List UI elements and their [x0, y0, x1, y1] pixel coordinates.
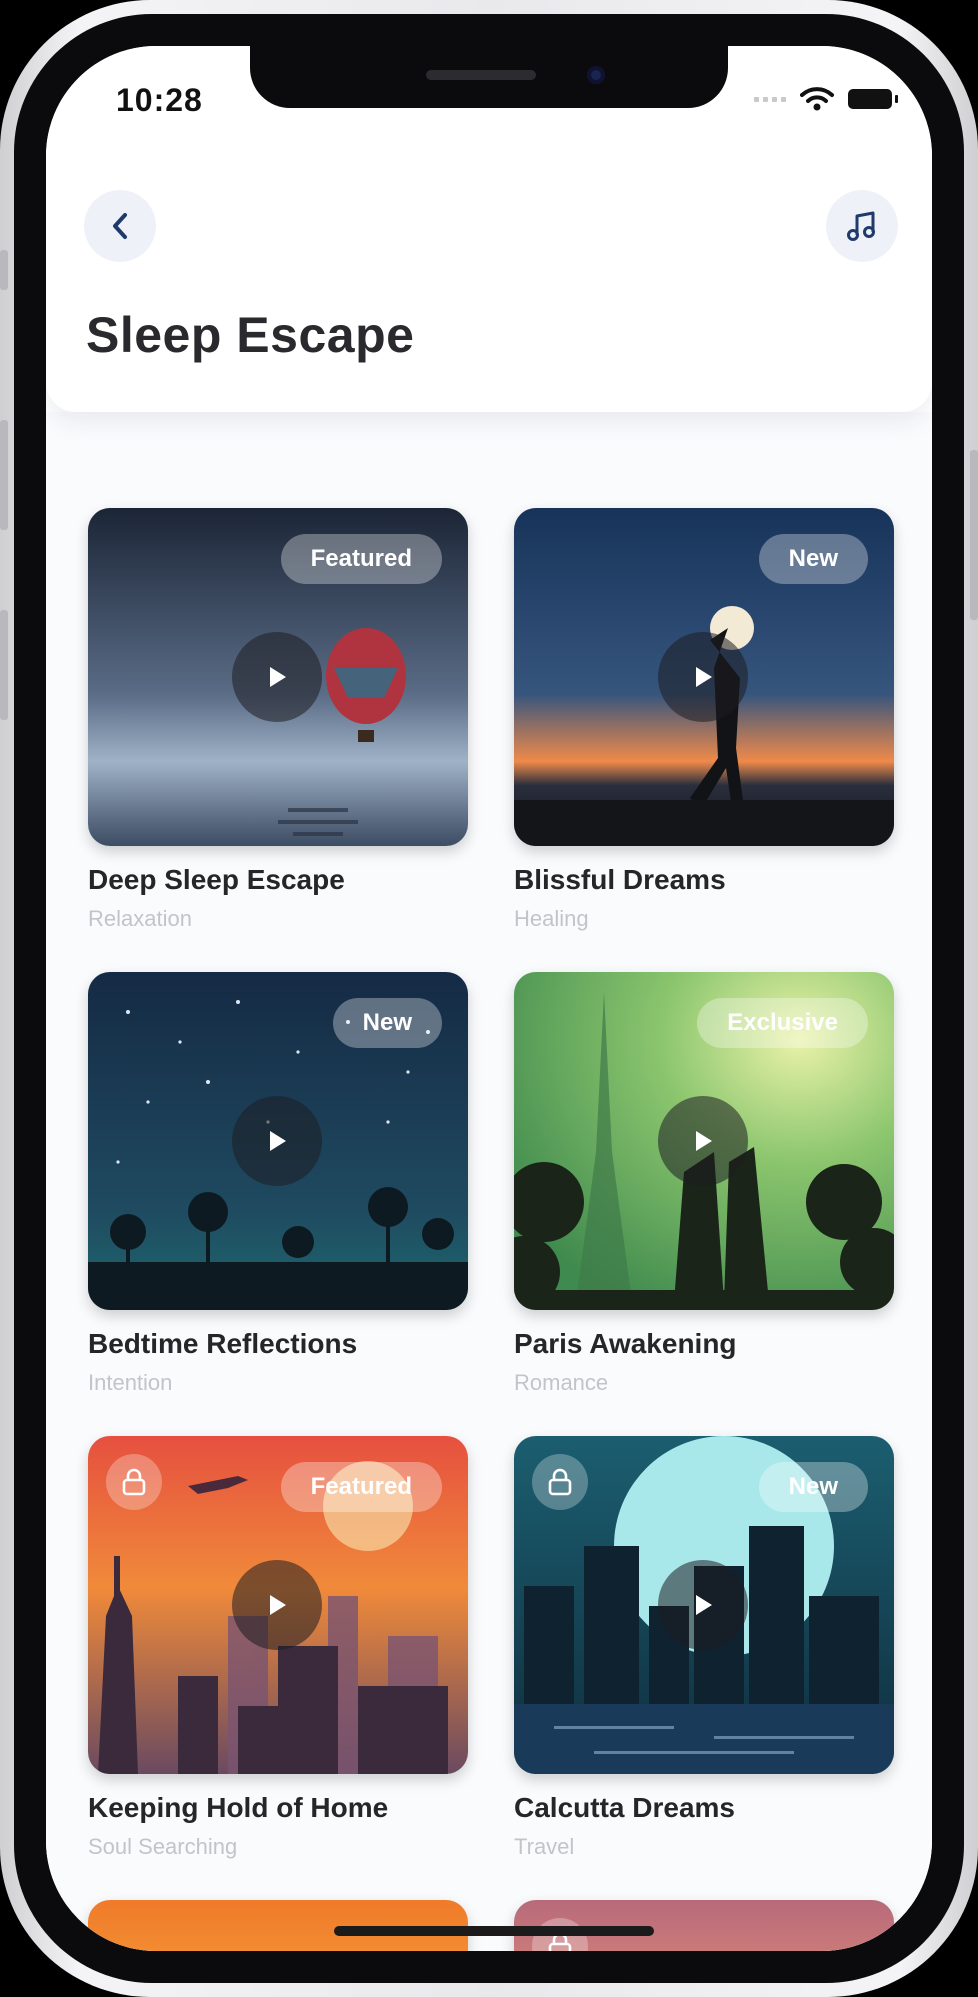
card-title: Keeping Hold of Home	[88, 1792, 389, 1823]
lock-button	[532, 1454, 588, 1510]
back-button[interactable]	[84, 190, 156, 262]
front-camera	[587, 66, 605, 84]
volume-up-button	[0, 420, 8, 530]
card-category: Travel	[514, 1834, 575, 1859]
music-note-icon	[847, 211, 875, 241]
cellular-signal-icon	[754, 96, 786, 102]
card-title: Deep Sleep Escape	[88, 864, 345, 895]
featured-badge: Featured	[280, 1462, 442, 1512]
wifi-icon	[800, 87, 834, 111]
card-category: Romance	[514, 1370, 609, 1395]
speaker	[426, 70, 536, 80]
play-icon	[270, 1595, 286, 1615]
app-screen: 10:28 Sleep Escape Featured Deep Sleep E…	[46, 46, 932, 1951]
lock-button	[106, 1454, 162, 1510]
home-indicator[interactable]	[334, 1926, 654, 1936]
card-category: Relaxation	[88, 906, 192, 931]
play-button[interactable]	[658, 1096, 748, 1186]
battery-icon	[848, 89, 898, 109]
status-icons	[754, 86, 898, 112]
play-icon	[270, 667, 286, 687]
card-title: Calcutta Dreams	[514, 1792, 735, 1823]
new-badge: New	[332, 998, 442, 1048]
new-badge: New	[758, 534, 868, 584]
card-category: Intention	[88, 1370, 173, 1395]
card-title: Paris Awakening	[514, 1328, 737, 1359]
volume-down-button	[0, 610, 8, 720]
play-icon	[696, 1595, 712, 1615]
featured-badge: Featured	[280, 534, 442, 584]
play-button[interactable]	[232, 1096, 322, 1186]
card-title: Bedtime Reflections	[88, 1328, 358, 1359]
sessions-grid: Featured Deep Sleep Escape Relaxation Ne…	[46, 412, 932, 1951]
music-button[interactable]	[826, 190, 898, 262]
play-button[interactable]	[232, 1560, 322, 1650]
notch	[250, 46, 728, 108]
play-button[interactable]	[658, 632, 748, 722]
card-category: Soul Searching	[88, 1834, 238, 1859]
new-badge: New	[758, 1462, 868, 1512]
card-title: Blissful Dreams	[514, 864, 726, 895]
play-icon	[270, 1131, 286, 1151]
play-button[interactable]	[232, 632, 322, 722]
play-icon	[696, 1131, 712, 1151]
play-icon	[696, 667, 712, 687]
card-category: Healing	[514, 906, 589, 931]
lock-icon	[548, 1468, 572, 1496]
exclusive-badge: Exclusive	[697, 998, 868, 1048]
play-button[interactable]	[658, 1560, 748, 1650]
mute-switch	[0, 250, 8, 290]
status-time: 10:28	[116, 82, 203, 118]
lock-icon	[122, 1468, 146, 1496]
power-button	[970, 450, 978, 620]
chevron-left-icon	[113, 213, 127, 239]
page-title: Sleep Escape	[86, 307, 415, 363]
